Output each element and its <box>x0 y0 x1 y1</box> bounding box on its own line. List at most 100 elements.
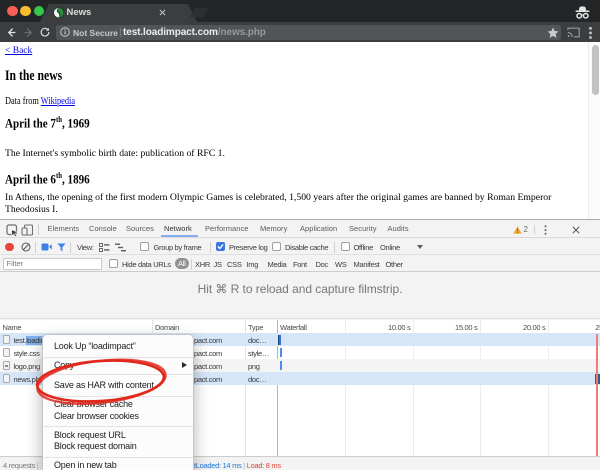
group-by-frame-label[interactable]: Group by frame <box>154 243 202 252</box>
filter-type-css[interactable]: CSS <box>227 260 242 269</box>
offline-label[interactable]: Offline <box>354 243 373 252</box>
menu-item-open-in-new-tab[interactable]: Open in new tab <box>54 459 117 470</box>
column-header-type[interactable]: Type <box>248 323 263 332</box>
warning-count[interactable]: 2 <box>524 225 528 235</box>
omnibox-divider <box>120 28 121 38</box>
address-bar[interactable]: Not Secure test.loadimpact.com/news.php <box>56 25 561 40</box>
waterfall-bar[interactable] <box>278 335 282 345</box>
filmstrip-hint-area: Hit ⌘ R to reload and capture filmstrip. <box>0 273 600 319</box>
menu-item-save-as-har[interactable]: Save as HAR with content <box>54 379 154 391</box>
reload-button[interactable] <box>40 27 50 37</box>
devtools-tab-application[interactable]: Application <box>300 221 337 237</box>
tab-close-icon[interactable] <box>159 9 166 16</box>
throttling-select[interactable]: Online <box>380 243 400 252</box>
devtools-tabbar: Elements Console Sources Network Perform… <box>0 221 600 238</box>
filter-type-media[interactable]: Media <box>268 260 287 269</box>
disable-cache-checkbox[interactable] <box>272 242 281 251</box>
filter-icon[interactable] <box>57 243 66 252</box>
date-heading-1: April the 7th, 1969 <box>5 115 90 131</box>
page-scrollbar[interactable] <box>588 42 600 219</box>
column-header-waterfall[interactable]: Waterfall <box>280 323 307 332</box>
menu-item-look-up[interactable]: Look Up “loadimpact” <box>54 340 136 352</box>
menu-separator <box>43 357 193 358</box>
new-tab-button[interactable] <box>190 8 208 17</box>
hide-data-urls-checkbox[interactable] <box>109 259 118 268</box>
menu-item-clear-browser-cache[interactable]: Clear browser cache <box>54 398 133 410</box>
devtools-tab-sources[interactable]: Sources <box>126 221 154 237</box>
back-button[interactable] <box>6 27 17 38</box>
filter-type-doc[interactable]: Doc <box>316 260 328 269</box>
menu-item-copy[interactable]: Copy <box>54 359 74 371</box>
capture-filmstrip-icon[interactable] <box>41 243 52 251</box>
checkmark-icon <box>216 242 225 251</box>
column-header-name[interactable]: Name <box>3 323 22 332</box>
filter-type-font[interactable]: Font <box>293 260 307 269</box>
preserve-log-checkbox[interactable] <box>216 242 225 251</box>
filter-type-other[interactable]: Other <box>386 260 403 269</box>
device-toolbar-icon[interactable] <box>21 224 33 236</box>
devtools-tab-memory[interactable]: Memory <box>260 221 287 237</box>
warning-icon[interactable] <box>513 226 522 234</box>
menu-separator <box>43 374 193 375</box>
stylesheet-icon <box>3 348 10 358</box>
filter-type-xhr[interactable]: XHR <box>195 260 210 269</box>
dropdown-arrow-icon[interactable] <box>417 245 423 249</box>
menu-item-block-request-url[interactable]: Block request URL <box>54 429 126 441</box>
filter-type-js[interactable]: JS <box>214 260 222 269</box>
devtools-tab-elements[interactable]: Elements <box>48 221 80 237</box>
hide-data-urls-label[interactable]: Hide data URLs <box>122 260 171 269</box>
menu-item-clear-browser-cookies[interactable]: Clear browser cookies <box>54 410 139 422</box>
waterfall-bar[interactable] <box>280 361 282 370</box>
back-link[interactable]: < Back <box>5 46 32 56</box>
filter-type-manifest[interactable]: Manifest <box>354 260 380 269</box>
filter-type-ws[interactable]: WS <box>335 260 346 269</box>
cast-icon[interactable] <box>567 27 580 38</box>
toolbar-separator <box>70 242 71 253</box>
filter-type-all[interactable]: All <box>175 258 189 269</box>
image-icon <box>3 361 10 371</box>
info-icon[interactable] <box>60 27 70 37</box>
small-rows-view-icon[interactable] <box>99 243 110 252</box>
column-header-domain[interactable]: Domain <box>155 323 179 332</box>
load-event-line <box>596 334 598 456</box>
data-from-text: Data from <box>5 96 41 107</box>
menu-item-block-request-domain[interactable]: Block request domain <box>54 440 137 452</box>
inspect-element-icon[interactable] <box>6 224 18 236</box>
preserve-log-label[interactable]: Preserve log <box>229 243 268 252</box>
page-content: < Back In the news Data from Wikipedia A… <box>0 42 600 219</box>
devtools-tab-performance[interactable]: Performance <box>205 221 249 237</box>
date-heading-2: April the 6th, 1896 <box>5 171 90 187</box>
record-button[interactable] <box>5 243 14 252</box>
devtools-tab-console[interactable]: Console <box>89 221 117 237</box>
waterfall-time-label: 15.00 s <box>455 323 478 332</box>
document-icon <box>3 335 10 345</box>
group-by-frame-checkbox[interactable] <box>140 242 149 251</box>
url-text[interactable]: test.loadimpact.com/news.php <box>123 27 266 38</box>
tab-title[interactable]: News <box>67 7 92 18</box>
waterfall-view-icon[interactable] <box>115 243 127 252</box>
request-type: document <box>248 336 270 345</box>
security-label[interactable]: Not Secure <box>73 28 118 38</box>
title-bar: News <box>0 0 600 22</box>
devtools-close-icon[interactable] <box>572 226 580 234</box>
request-type: document <box>248 375 270 384</box>
waterfall-bar[interactable] <box>280 348 282 357</box>
filter-input[interactable] <box>3 258 102 270</box>
offline-checkbox[interactable] <box>341 242 350 251</box>
disable-cache-label[interactable]: Disable cache <box>285 243 328 252</box>
site-favicon <box>53 7 65 19</box>
image-thumbnail <box>5 365 8 368</box>
scrollbar-thumb[interactable] <box>592 45 599 95</box>
browser-menu-icon[interactable] <box>589 27 592 39</box>
clear-button[interactable] <box>21 242 31 252</box>
devtools-tab-security[interactable]: Security <box>349 221 377 237</box>
devtools-menu-icon[interactable] <box>544 225 547 235</box>
forward-button[interactable] <box>23 27 34 38</box>
devtools-tab-audits[interactable]: Audits <box>388 221 409 237</box>
wikipedia-link[interactable]: Wikipedia <box>41 96 75 107</box>
reload-hint-text: Hit ⌘ R to reload and capture filmstrip. <box>198 282 403 296</box>
menu-separator <box>43 457 193 458</box>
filter-type-img[interactable]: Img <box>247 260 259 269</box>
bookmark-star-icon[interactable] <box>547 27 559 39</box>
load-time: Load: 8 ms <box>247 461 281 470</box>
